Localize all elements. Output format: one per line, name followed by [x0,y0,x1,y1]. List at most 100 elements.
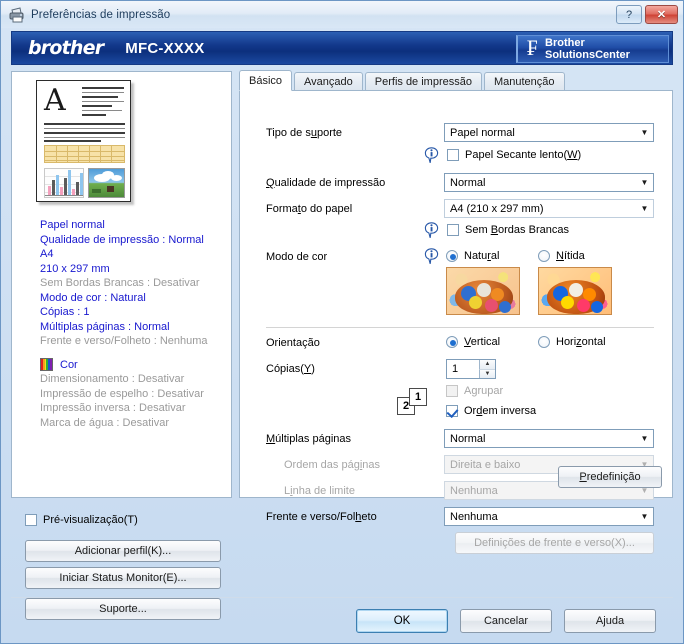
color-mode-vivid-row[interactable]: Nítida [538,250,585,262]
orientation-landscape-row[interactable]: Horizontal [538,336,606,348]
multiple-pages-value: Normal [450,432,486,445]
slow-drying-paper-checkbox[interactable] [447,149,459,161]
duplex-combo[interactable]: Nenhuma ▼ [444,507,654,526]
info-icon[interactable] [424,147,439,164]
chevron-down-icon: ▼ [640,512,649,521]
add-profile-label: Adicionar perfil(K)... [74,545,172,557]
borderless-label: Sem Bordas Brancas [465,224,569,236]
tab-avancado[interactable]: Avançado [294,72,363,91]
color-mode-natural-label: Natural [464,250,500,262]
collate-label: Agrupar [464,385,504,397]
collate-row: Agrupar [446,385,503,397]
borderless-row[interactable]: Sem Bordas Brancas [447,224,569,236]
orientation-portrait-label: Vertical [464,336,501,348]
borderless-checkbox[interactable] [447,224,459,236]
copies-spinner-buttons[interactable]: ▲ ▼ [479,360,495,378]
preview-checkbox-row[interactable]: Pré-visualização(T) [25,514,138,526]
window-controls: ? ✕ [616,5,678,24]
summary-reverse-print: Impressão inversa : Desativar [40,402,186,414]
help-dialog-button[interactable]: Ajuda [564,609,656,633]
orientation-portrait-row[interactable]: Vertical [446,336,500,348]
color-mode-vivid-radio[interactable] [538,250,550,262]
tab-basico-label: Básico [249,74,283,87]
settings-summary-panel: A Papel normal Qualidade de impressão: … [11,71,232,498]
info-icon[interactable] [424,248,439,265]
copies-decrement-icon[interactable]: ▼ [479,369,495,378]
copies-stepper[interactable]: 1 ▲ ▼ [446,359,496,379]
duplex-settings-label: Definições de frente e verso(X)... [474,537,635,549]
tab-perfis-de-impressao[interactable]: Perfis de impressão [364,72,482,91]
media-type-label: Tipo de suporte [266,127,343,139]
summary-color-mode: Modo de cor : Natural [40,291,146,304]
summary-paper-dimensions: 210 x 297 mm [40,262,110,275]
brother-logo: brother [28,37,104,59]
swirl-icon: ₣ [527,36,538,61]
chevron-down-icon: ▼ [640,434,649,443]
reverse-order-checkbox[interactable] [446,405,458,417]
preview-letter-a: A [44,83,66,118]
summary-copies: Cópias : 1 [40,306,90,318]
close-icon[interactable]: ✕ [645,5,678,24]
info-icon[interactable] [424,222,439,239]
border-line-label: Linha de limite [284,485,355,497]
bottom-divider [11,597,673,598]
chevron-down-icon: ▼ [640,128,649,137]
help-button[interactable]: ? [616,5,642,24]
orientation-landscape-label: Horizontal [556,336,606,348]
tab-basico[interactable]: Básico [239,70,293,91]
color-mode-natural-row[interactable]: Natural [446,250,499,262]
color-mode-natural-radio[interactable] [446,250,458,262]
ok-button[interactable]: OK [356,609,448,633]
color-mode-vivid-thumbnail[interactable] [538,267,612,315]
preview-checkbox-label: Pré-visualização(T) [43,514,138,526]
solutions-line2: SolutionsCenter [545,49,630,61]
start-status-monitor-button[interactable]: Iniciar Status Monitor(E)... [25,567,221,589]
orientation-landscape-radio[interactable] [538,336,550,348]
duplex-value: Nenhuma [450,510,498,523]
cancel-button[interactable]: Cancelar [460,609,552,633]
tab-manutencao-label: Manutenção [493,76,555,88]
preview-checkbox[interactable] [25,514,37,526]
media-type-combo[interactable]: Papel normal ▼ [444,123,654,142]
print-quality-value: Normal [450,176,486,189]
summary-color-row: Cor [40,358,228,373]
print-quality-combo[interactable]: Normal ▼ [444,173,654,192]
summary-color-label: Cor [60,358,78,371]
reverse-order-label: Ordem inversa [464,405,537,417]
color-mode-natural-thumbnail[interactable] [446,267,520,315]
page-order-value: Direita e baixo [450,458,521,471]
multiple-pages-combo[interactable]: Normal ▼ [444,429,654,448]
summary-borderless: Sem Bordas Brancas : Desativar [40,277,200,289]
tab-content-basico: Tipo de suporte Papel normal ▼ Papel Sec… [239,90,673,554]
title-bar: Preferências de impressão ? ✕ [1,1,683,28]
tab-perfis-label: Perfis de impressão [374,76,472,88]
media-type-value: Papel normal [450,126,515,139]
copies-increment-icon[interactable]: ▲ [479,360,495,370]
add-profile-button[interactable]: Adicionar perfil(K)... [25,540,221,562]
slow-drying-paper-row[interactable]: Papel Secante lento(W) [447,149,581,161]
brother-banner: brother MFC-XXXX ₣ Brother SolutionsCent… [11,31,673,65]
duplex-settings-button: Definições de frente e verso(X)... [455,532,654,554]
reverse-order-row[interactable]: Ordem inversa [446,405,536,417]
collate-checkbox [446,385,458,397]
chevron-down-icon: ▼ [640,204,649,213]
summary-scaling: Dimensionamento : Desativar [40,373,185,385]
summary-duplex: Frente e verso/Folheto : Nenhuma [40,335,208,347]
summary-media-type: Papel normal [40,219,105,231]
color-mode-vivid-label: Nítida [556,250,585,262]
support-button[interactable]: Suporte... [25,598,221,620]
brother-solutions-center-button[interactable]: ₣ Brother SolutionsCenter [516,35,669,63]
orientation-portrait-radio[interactable] [446,336,458,348]
ok-button-label: OK [393,615,411,627]
paper-size-combo[interactable]: A4 (210 x 297 mm) ▼ [444,199,654,218]
solutions-line1: Brother [545,37,585,49]
preview-table [44,145,125,163]
summary-paper-size: A4 [40,248,54,260]
default-button[interactable]: Predefinição [558,466,662,488]
border-line-value: Nenhuma [450,484,498,497]
duplex-label: Frente e verso/Folheto [266,511,377,523]
paper-size-label: Formato do papel [266,203,353,215]
page-order-icon-1: 1 [409,388,427,406]
tab-manutencao[interactable]: Manutenção [483,72,565,91]
chevron-down-icon: ▼ [640,178,649,187]
